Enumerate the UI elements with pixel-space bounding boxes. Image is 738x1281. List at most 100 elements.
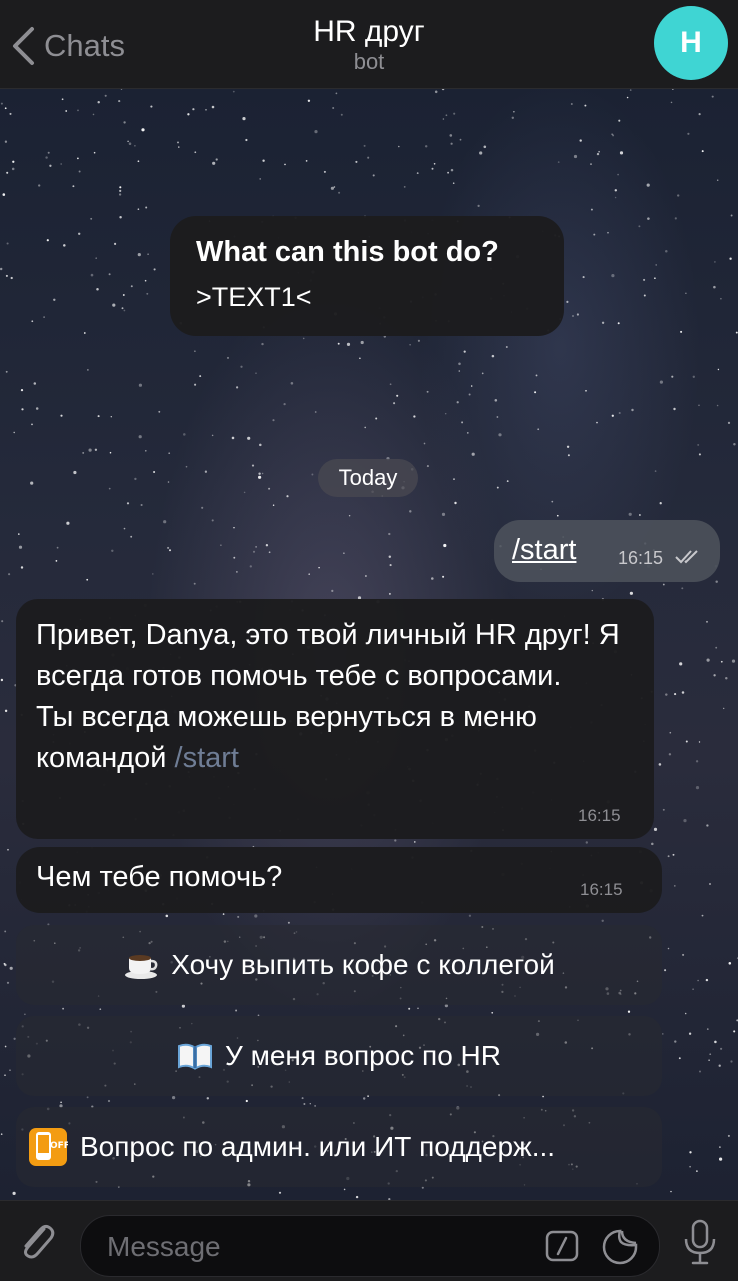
star [689,1165,691,1168]
star [582,276,585,279]
star [194,350,196,352]
star [231,436,235,440]
star [307,99,311,102]
star [611,274,615,278]
star [506,480,509,483]
star [590,163,592,165]
star [145,206,148,209]
star [60,414,63,417]
microphone-icon[interactable] [680,1219,720,1267]
star [659,502,662,505]
star [255,372,257,375]
sticker-icon[interactable] [601,1228,639,1266]
star [252,550,256,553]
star [471,452,475,456]
chat-title-block[interactable]: HR друг bot [0,14,738,74]
star [146,292,149,295]
star [667,947,670,950]
star [607,231,609,234]
star [96,287,99,291]
star [31,423,33,426]
star [268,487,271,490]
star [442,118,445,120]
star [449,134,453,137]
star [394,839,397,842]
command-link[interactable]: /start [175,742,239,774]
star [682,953,685,956]
star [10,276,13,280]
star [73,470,77,475]
command-link[interactable]: /start [512,534,576,567]
star [692,988,694,991]
star [215,158,218,161]
star [346,342,351,346]
star [314,130,318,134]
star [343,1188,346,1191]
star [653,827,658,832]
star [670,101,673,104]
star [63,244,66,247]
star [689,1151,692,1154]
star [596,421,598,424]
star [265,544,269,547]
star [665,693,668,696]
star [598,150,600,153]
star [567,454,570,457]
incoming-message[interactable]: Привет, Danya, это твой личный HR друг! … [16,599,654,839]
star [537,428,540,431]
star [463,350,466,353]
star [258,472,261,475]
star [130,285,133,288]
star [551,500,554,503]
keyboard-button-coffee[interactable]: Хочу выпить кофе с коллегой [16,925,662,1005]
star [0,102,3,105]
keyboard-button-hr-question[interactable]: У меня вопрос по HR [16,1016,662,1096]
star [433,162,436,165]
star [695,760,699,763]
star [596,152,600,156]
star [62,1007,64,1010]
star [78,170,81,173]
message-body: Привет, Danya, это твой личный HR друг! … [36,619,620,774]
star [268,551,271,554]
star [643,278,646,281]
star [674,1040,677,1043]
star [261,472,264,475]
star [716,179,719,182]
star [477,204,480,208]
star [698,741,701,743]
star [444,412,447,415]
paperclip-icon[interactable] [14,1219,58,1263]
message-input[interactable] [105,1224,529,1270]
outgoing-message[interactable]: /start 16:15 [494,520,720,582]
star [305,160,308,162]
star [226,356,230,359]
star [679,662,683,666]
star [698,404,700,407]
star [60,1101,62,1104]
star [494,399,498,402]
open-book-icon [177,1042,213,1070]
star [701,914,704,917]
star [108,487,111,490]
star [109,451,112,454]
star [0,678,4,682]
star [626,96,629,99]
star [88,448,92,452]
star [123,527,126,530]
star [716,404,719,407]
star [284,163,286,166]
star [673,407,676,411]
keyboard-button-admin-it[interactable]: OFF Вопрос по админ. или ИТ поддерж... [16,1107,662,1187]
star [272,419,275,422]
star [245,1099,248,1103]
star [177,141,179,144]
star [12,160,15,163]
message-input-container[interactable] [80,1215,660,1277]
bot-commands-icon[interactable] [545,1230,579,1262]
star [247,436,251,440]
avatar[interactable]: H [654,6,728,80]
incoming-message[interactable]: Чем тебе помочь? 16:15 [16,847,662,913]
star [646,183,650,187]
keyboard-button-label: Вопрос по админ. или ИТ поддерж... [80,1131,556,1162]
